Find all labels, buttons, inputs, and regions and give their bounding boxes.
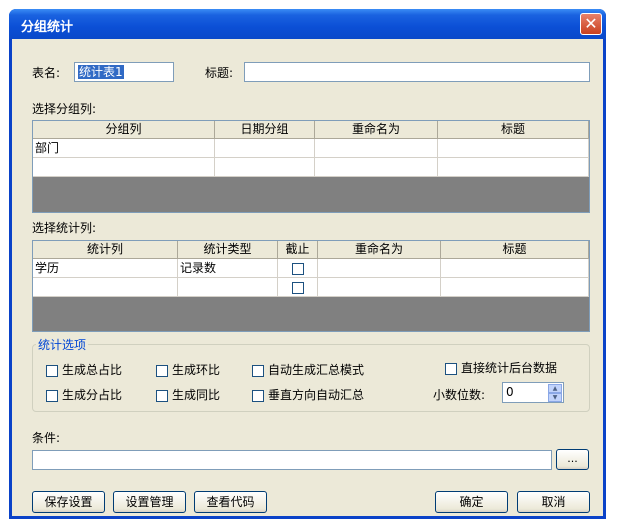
group-cell[interactable]: 部门 [33,139,215,158]
title-col-header[interactable]: 标题 [438,121,589,138]
caption-label: 标题: [205,66,234,80]
table-row[interactable]: 学历 记录数 [33,259,589,278]
stat-col-header[interactable]: 统计列 [33,241,178,258]
checkbox-box[interactable] [46,389,58,402]
condition-label: 条件: [32,431,61,445]
ring-ratio-checkbox[interactable]: 生成环比 [156,361,220,378]
stat-cell[interactable] [33,278,178,297]
title-col-header[interactable]: 标题 [441,241,589,258]
rename-cell[interactable] [318,259,441,278]
table-row[interactable]: 部门 [33,139,589,158]
table-row[interactable] [33,158,589,177]
close-button[interactable]: ✕ [580,13,602,35]
rename-col-header[interactable]: 重命名为 [315,121,438,138]
condition-input[interactable] [32,450,552,470]
cutoff-col-header[interactable]: 截止 [278,241,318,258]
cutoff-cell[interactable] [278,278,318,297]
checkbox-box[interactable] [252,389,264,402]
group-section-label: 选择分组列: [32,102,97,116]
auto-summary-mode-checkbox[interactable]: 自动生成汇总模式 [252,361,364,378]
view-code-button[interactable]: 查看代码 [194,491,267,513]
stat-columns-grid[interactable]: 统计列 统计类型 截止 重命名为 标题 学历 记录数 [32,240,590,332]
total-ratio-checkbox[interactable]: 生成总占比 [46,361,122,378]
title-cell[interactable] [441,259,589,278]
checkbox-box[interactable] [156,389,168,402]
group-col-header[interactable]: 分组列 [33,121,215,138]
rename-col-header[interactable]: 重命名为 [318,241,441,258]
checkbox-label: 生成分占比 [62,388,123,402]
table-name-input[interactable]: 统计表1 [74,62,174,82]
table-name-selected-text: 统计表1 [78,65,124,79]
group-cell[interactable] [33,158,215,177]
caption-input[interactable] [244,62,590,82]
rename-cell[interactable] [315,139,438,158]
checkbox-label: 垂直方向自动汇总 [268,388,365,402]
checkbox-box[interactable] [156,364,168,377]
manage-settings-button[interactable]: 设置管理 [113,491,186,513]
stat-options-label: 统计选项 [36,336,89,353]
checkbox-label: 生成总占比 [62,363,123,377]
spin-up-icon[interactable]: ▲ [548,384,562,393]
group-columns-grid[interactable]: 分组列 日期分组 重命名为 标题 部门 [32,120,590,213]
ok-button[interactable]: 确定 [435,491,508,513]
direct-backend-checkbox[interactable]: 直接统计后台数据 [445,359,557,376]
stat-type-cell[interactable] [178,278,278,297]
rename-cell[interactable] [318,278,441,297]
title-cell[interactable] [438,158,589,177]
stat-cell[interactable]: 学历 [33,259,178,278]
cancel-button[interactable]: 取消 [517,491,590,513]
stat-grid-header: 统计列 统计类型 截止 重命名为 标题 [33,241,589,259]
title-cell[interactable] [438,139,589,158]
table-row[interactable] [33,278,589,297]
vertical-auto-summary-checkbox[interactable]: 垂直方向自动汇总 [252,386,364,403]
table-name-label: 表名: [32,66,61,80]
checkbox-box[interactable] [445,362,457,375]
checkbox-label: 直接统计后台数据 [461,361,558,375]
close-icon: ✕ [584,14,598,33]
checkbox-box[interactable] [46,364,58,377]
decimal-value: 0 [506,385,514,399]
date-group-cell[interactable] [215,139,315,158]
decimal-places-spinner[interactable]: 0 ▲ ▼ [502,382,564,403]
date-group-col-header[interactable]: 日期分组 [215,121,315,138]
cutoff-cell[interactable] [278,259,318,278]
condition-browse-button[interactable]: ... [556,449,589,470]
checkbox-label: 生成同比 [172,388,221,402]
yoy-ratio-checkbox[interactable]: 生成同比 [156,386,220,403]
group-grid-header: 分组列 日期分组 重命名为 标题 [33,121,589,139]
dialog-window: 分组统计 ✕ 表名: 统计表1 标题: 选择分组列: 分组列 日期分组 重命名为… [9,9,606,519]
decimal-places-label: 小数位数: [433,388,486,402]
checkbox-label: 生成环比 [172,363,221,377]
save-settings-button[interactable]: 保存设置 [32,491,105,513]
date-group-cell[interactable] [215,158,315,177]
rename-cell[interactable] [315,158,438,177]
stat-type-col-header[interactable]: 统计类型 [178,241,278,258]
title-bar[interactable]: 分组统计 ✕ [9,9,606,39]
spin-down-icon[interactable]: ▼ [548,393,562,402]
title-cell[interactable] [441,278,589,297]
cutoff-checkbox[interactable] [291,281,304,294]
sub-ratio-checkbox[interactable]: 生成分占比 [46,386,122,403]
checkbox-label: 自动生成汇总模式 [268,363,365,377]
window-title: 分组统计 [21,20,74,35]
cutoff-checkbox[interactable] [291,262,304,275]
stat-type-cell[interactable]: 记录数 [178,259,278,278]
stat-section-label: 选择统计列: [32,221,97,235]
checkbox-box[interactable] [252,364,264,377]
dialog-body: 表名: 统计表1 标题: 选择分组列: 分组列 日期分组 重命名为 标题 部门 [12,39,603,516]
